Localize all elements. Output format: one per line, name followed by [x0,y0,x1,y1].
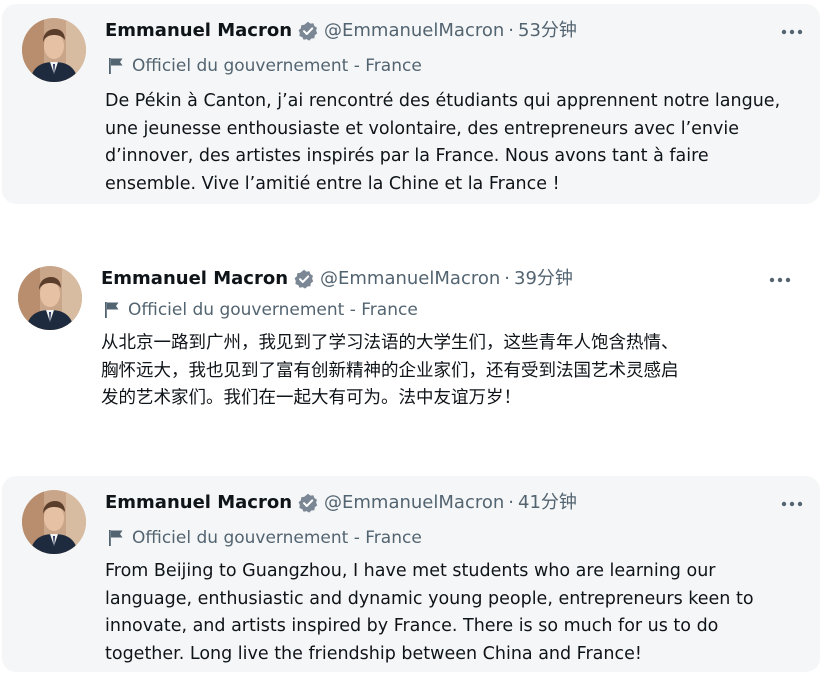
tweet-text-line: innovate, and artists inspired by France… [105,616,719,636]
tweet-timestamp[interactable]: 39分钟 [514,266,573,292]
tweet-text-line: d’innover, des artistes inspirés par la … [105,146,709,166]
flag-icon [108,57,124,75]
flag-icon [108,529,124,547]
tweet-timestamp[interactable]: 53分钟 [518,18,577,44]
verified-badge-icon [298,21,318,41]
tweet-text-line: une jeunesse enthousiaste et volontaire,… [105,118,739,139]
author-name[interactable]: Emmanuel Macron [105,18,292,44]
tweet-card[interactable]: Emmanuel Macron @EmmanuelMacron · 39分钟 O… [0,250,828,430]
tweet-card[interactable]: Emmanuel Macron @EmmanuelMacron · 53分钟 O… [2,4,820,204]
more-options-icon[interactable] [766,270,794,290]
tweet-text-line: 发的艺术家们。我们在一起大有可为。法中友谊万岁！ [101,388,521,408]
government-label-text: Officiel du gouvernement - France [132,528,422,548]
tweet-header: Emmanuel Macron @EmmanuelMacron · 53分钟 [105,18,577,44]
flag-icon [104,301,120,319]
tweet-header: Emmanuel Macron @EmmanuelMacron · 39分钟 [101,266,573,292]
tweet-text-line: 胸怀远大，我也见到了富有创新精神的企业家们，还有受到法国艺术灵感启 [101,360,679,381]
separator-dot: · [504,268,510,289]
verified-badge-icon [298,493,318,513]
avatar[interactable] [18,266,82,330]
government-label: Officiel du gouvernement - France [104,298,418,322]
tweet-text: 从北京一路到广州，我见到了学习法语的大学生们，这些青年人饱含热情、 胸怀远大，我… [101,330,679,413]
tweet-text-line: From Beijing to Guangzhou, I have met st… [105,561,716,581]
tweet-card[interactable]: Emmanuel Macron @EmmanuelMacron · 41分钟 O… [2,476,820,672]
tweet-text: From Beijing to Guangzhou, I have met st… [105,558,754,668]
verified-badge-icon [294,269,314,289]
government-label: Officiel du gouvernement - France [108,54,422,78]
tweet-text-line: language, enthusiastic and dynamic young… [105,588,754,609]
government-label: Officiel du gouvernement - France [108,526,422,550]
author-handle[interactable]: @EmmanuelMacron [324,18,504,44]
author-handle[interactable]: @EmmanuelMacron [324,490,504,516]
tweet-text-line: De Pékin à Canton, j’ai rencontré des ét… [105,91,781,111]
government-label-text: Officiel du gouvernement - France [128,300,418,320]
separator-dot: · [508,492,514,513]
tweet-timestamp[interactable]: 41分钟 [518,490,577,516]
more-options-icon[interactable] [778,494,806,514]
avatar[interactable] [22,490,86,554]
tweet-text-line: 从北京一路到广州，我见到了学习法语的大学生们，这些青年人饱含热情、 [101,333,679,353]
tweet-text: De Pékin à Canton, j’ai rencontré des ét… [105,88,780,198]
government-label-text: Officiel du gouvernement - France [132,56,422,76]
tweet-header: Emmanuel Macron @EmmanuelMacron · 41分钟 [105,490,577,516]
avatar[interactable] [22,18,86,82]
author-handle[interactable]: @EmmanuelMacron [320,266,500,292]
separator-dot: · [508,20,514,41]
tweet-text-line: ensemble. Vive l’amitié entre la Chine e… [105,173,560,194]
author-name[interactable]: Emmanuel Macron [101,266,288,292]
more-options-icon[interactable] [778,22,806,42]
author-name[interactable]: Emmanuel Macron [105,490,292,516]
tweet-text-line: together. Long live the friendship betwe… [105,643,642,664]
